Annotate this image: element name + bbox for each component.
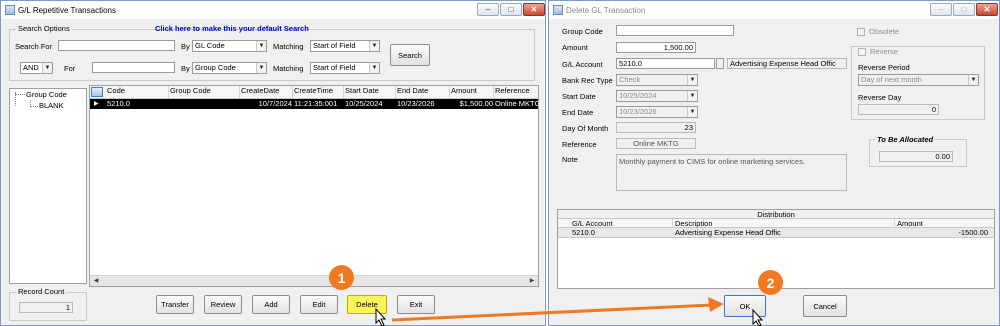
callout-arrow [391, 303, 713, 322]
callout-step-1: 1 [329, 265, 354, 290]
cursor-icon-2 [752, 308, 764, 326]
cursor-icon-1 [375, 307, 387, 326]
annotation-overlay [375, 297, 764, 326]
callout-arrow-head [708, 297, 724, 312]
callout-step-2: 2 [758, 270, 783, 295]
